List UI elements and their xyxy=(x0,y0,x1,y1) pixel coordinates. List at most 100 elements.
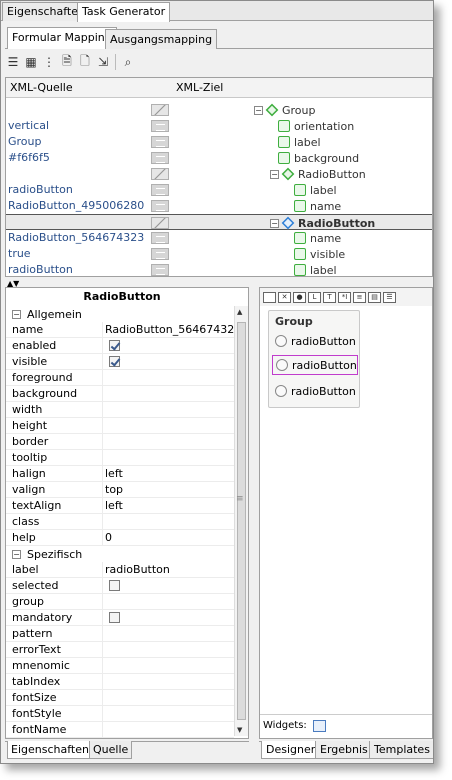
mapping-connector-icon[interactable] xyxy=(151,136,169,148)
mapping-connector-icon[interactable] xyxy=(151,104,169,116)
textarea-widget-icon[interactable]: ☰ xyxy=(383,291,396,303)
mapping-row[interactable]: RadioButton_564674323 name xyxy=(6,230,432,246)
property-value[interactable] xyxy=(102,722,234,738)
property-value[interactable] xyxy=(102,674,234,690)
property-value[interactable] xyxy=(102,370,234,386)
form-widget-icon[interactable]: ▤ xyxy=(368,291,381,303)
property-value[interactable]: top xyxy=(102,482,234,498)
scroll-thumb[interactable] xyxy=(237,322,246,720)
target-node[interactable]: − Group xyxy=(254,102,316,118)
tab-quelle[interactable]: Quelle xyxy=(89,741,133,759)
collapse-icon[interactable]: − xyxy=(270,169,279,179)
mapping-row[interactable]: RadioButton_495006280 name xyxy=(6,198,432,214)
property-value[interactable]: left xyxy=(102,498,234,514)
properties-scrollbar[interactable]: ▲ ≡ ▼ xyxy=(234,306,248,736)
tree-icon[interactable]: ⋮ xyxy=(41,54,57,70)
source-value[interactable]: radioButton xyxy=(8,183,148,196)
property-checkbox-cell[interactable] xyxy=(102,610,234,626)
collapse-icon[interactable]: − xyxy=(254,105,263,115)
mapping-connector-icon[interactable] xyxy=(151,200,169,212)
widgets-icon[interactable] xyxy=(312,719,326,732)
radio-button-preview[interactable]: radioButton xyxy=(275,381,356,401)
mapping-row[interactable]: radioButton label xyxy=(6,182,432,198)
mapping-row[interactable]: #f6f6f5 background xyxy=(6,150,432,166)
mapping-connector-icon[interactable] xyxy=(151,217,169,229)
property-value[interactable] xyxy=(102,642,234,658)
group-preview[interactable]: Group radioButton radioButton radioButto… xyxy=(268,310,360,408)
tab-ergebnis[interactable]: Ergebnis xyxy=(315,741,373,759)
property-checkbox-cell[interactable] xyxy=(102,354,234,370)
mapping-connector-icon[interactable] xyxy=(151,168,169,180)
hex-document-icon[interactable]: 🗋 xyxy=(77,54,93,70)
property-value[interactable]: left xyxy=(102,466,234,482)
radio-button-preview-selected[interactable]: radioButton xyxy=(272,355,358,375)
table-icon[interactable]: ▦ xyxy=(23,54,39,70)
checkbox-widget-icon[interactable]: ✕ xyxy=(278,291,291,303)
target-node[interactable]: − RadioButton xyxy=(270,215,375,231)
property-value[interactable] xyxy=(102,386,234,402)
property-value[interactable]: 0 xyxy=(102,530,234,546)
tab-eigenschaften-bottom[interactable]: Eigenschaften xyxy=(7,741,93,759)
source-value[interactable]: #f6f6f5 xyxy=(8,151,148,164)
collapse-icon[interactable]: − xyxy=(270,218,279,228)
mapping-row[interactable]: − Group xyxy=(6,102,432,118)
property-value[interactable] xyxy=(102,402,234,418)
target-node[interactable]: name xyxy=(294,198,341,214)
target-node[interactable]: − RadioButton xyxy=(270,166,366,182)
mapping-connector-icon[interactable] xyxy=(151,232,169,244)
target-node[interactable]: label xyxy=(294,182,337,198)
property-value[interactable] xyxy=(102,658,234,674)
mapping-connector-icon[interactable] xyxy=(151,184,169,196)
mapping-connector-icon[interactable] xyxy=(151,248,169,260)
property-value[interactable] xyxy=(102,418,234,434)
tab-templates[interactable]: Templates xyxy=(369,741,433,759)
label-widget-icon[interactable]: L xyxy=(308,291,321,303)
tab-ausgangsmapping[interactable]: Ausgangsmapping xyxy=(105,29,218,49)
source-value[interactable]: vertical xyxy=(8,119,148,132)
search-icon[interactable]: ⌕ xyxy=(120,54,136,70)
source-value[interactable]: true xyxy=(8,247,148,260)
property-checkbox[interactable] xyxy=(109,356,120,367)
mapping-connector-icon[interactable] xyxy=(151,120,169,132)
property-value[interactable] xyxy=(102,514,234,530)
target-node[interactable]: label xyxy=(294,262,337,276)
property-checkbox[interactable] xyxy=(109,612,120,623)
mapping-row[interactable]: true visible xyxy=(6,246,432,262)
menu-icon[interactable]: ☰ xyxy=(5,54,21,70)
source-value[interactable]: RadioButton_564674323 xyxy=(8,231,148,244)
property-value[interactable] xyxy=(102,450,234,466)
property-checkbox[interactable] xyxy=(109,340,120,351)
property-value[interactable]: radioButton xyxy=(102,562,234,578)
section-allgemein[interactable]: − Allgemein xyxy=(6,306,234,322)
tab-formular-mapping[interactable]: Formular Mapping xyxy=(7,27,117,49)
import-icon[interactable]: ⇲ xyxy=(95,54,111,70)
collapse-icon[interactable]: − xyxy=(12,309,21,319)
target-node[interactable]: visible xyxy=(294,246,345,262)
panel-icon[interactable] xyxy=(263,291,276,303)
property-checkbox[interactable] xyxy=(109,580,120,591)
property-value[interactable]: RadioButton_564674323 xyxy=(102,322,234,338)
text-field-widget-icon[interactable]: *I xyxy=(338,291,351,303)
mapping-connector-icon[interactable] xyxy=(151,152,169,164)
radio-button-preview[interactable]: radioButton xyxy=(275,331,356,351)
mapping-row[interactable]: − RadioButton xyxy=(6,214,432,231)
source-value[interactable]: Group xyxy=(8,135,148,148)
property-value[interactable] xyxy=(102,594,234,610)
mapping-row[interactable]: radioButton label xyxy=(6,262,432,276)
document-icon[interactable]: 🗎 xyxy=(59,54,75,70)
target-node[interactable]: background xyxy=(278,150,359,166)
source-value[interactable]: radioButton xyxy=(8,263,148,276)
collapse-icon[interactable]: − xyxy=(12,549,21,559)
radio-widget-icon[interactable]: ● xyxy=(293,291,306,303)
text-widget-icon[interactable]: T xyxy=(323,291,336,303)
mapping-row[interactable]: − RadioButton xyxy=(6,166,432,182)
list-widget-icon[interactable]: ≡ xyxy=(353,291,366,303)
property-value[interactable] xyxy=(102,626,234,642)
scroll-down-icon[interactable]: ▼ xyxy=(237,726,242,734)
section-spezifisch[interactable]: − Spezifisch xyxy=(6,546,234,562)
property-value[interactable] xyxy=(102,434,234,450)
property-checkbox-cell[interactable] xyxy=(102,578,234,594)
mapping-connector-icon[interactable] xyxy=(151,264,169,276)
target-node[interactable]: name xyxy=(294,230,341,246)
target-node[interactable]: orientation xyxy=(278,118,354,134)
